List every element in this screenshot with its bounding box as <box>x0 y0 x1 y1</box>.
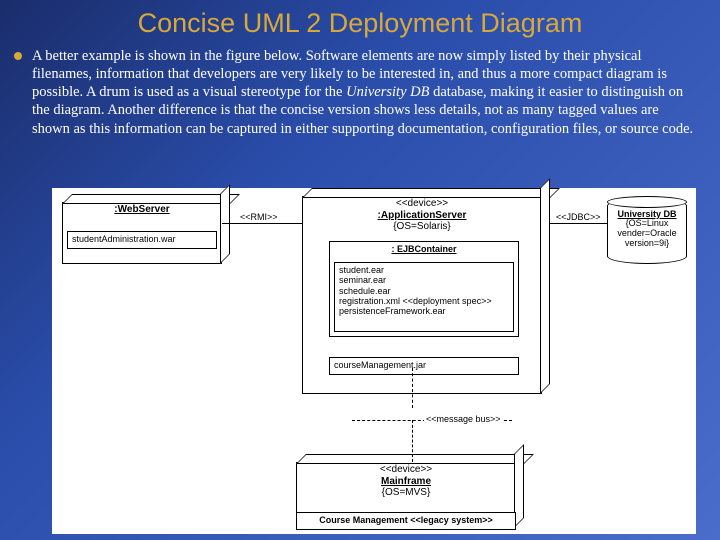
webserver-title: :WebServer <box>63 203 221 217</box>
ejb-container: : EJBContainer student.ear seminar.ear s… <box>329 241 519 337</box>
edge-bus-label: <<message bus>> <box>424 414 503 424</box>
node-database: University DB {OS=Linux vender=Oracle ve… <box>607 198 687 264</box>
bullet-icon <box>14 52 22 60</box>
edge-jar-to-bus <box>412 368 413 408</box>
mainframe-component: Course Management <<legacy system>> <box>296 512 516 530</box>
appserver-header: <<device>> :ApplicationServer {OS=Solari… <box>303 197 541 234</box>
mainframe-header: <<device>> Mainframe {OS=MVS} <box>297 463 515 500</box>
bullet-row: A better example is shown in the figure … <box>0 39 720 142</box>
edge-rmi <box>222 223 302 224</box>
node-webserver: :WebServer studentAdministration.war <box>62 202 222 264</box>
node-appserver: <<device>> :ApplicationServer {OS=Solari… <box>302 196 542 394</box>
webserver-artifact: studentAdministration.war <box>67 231 217 249</box>
edge-bus-v <box>412 420 413 462</box>
ejb-files: student.ear seminar.ear schedule.ear reg… <box>334 262 514 332</box>
edge-jdbc-label: <<JDBC>> <box>554 212 603 222</box>
db-tags: {OS=Linux vender=Oracle version=9i} <box>608 219 686 249</box>
deployment-diagram: :WebServer studentAdministration.war <<d… <box>52 188 696 534</box>
slide-title: Concise UML 2 Deployment Diagram <box>0 0 720 39</box>
edge-rmi-label: <<RMI>> <box>238 212 280 222</box>
edge-jdbc <box>550 223 607 224</box>
jar-artifact: courseManagement.jar <box>329 357 519 375</box>
bullet-text: A better example is shown in the figure … <box>32 47 696 138</box>
ejb-title: : EJBContainer <box>334 244 514 254</box>
